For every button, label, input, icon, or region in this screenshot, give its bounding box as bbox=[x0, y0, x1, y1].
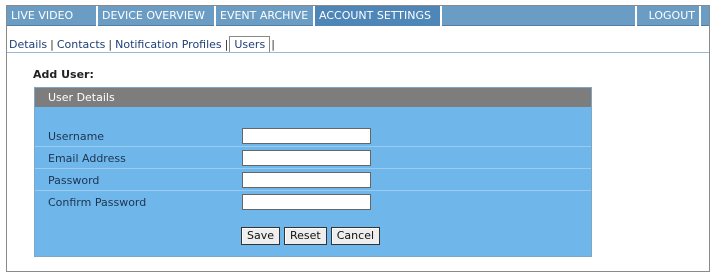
save-button[interactable]: Save bbox=[241, 227, 281, 245]
confirm-password-label: Confirm Password bbox=[48, 196, 147, 209]
user-details-panel: User Details Username Email Address Pass… bbox=[34, 87, 592, 257]
logout-container: LOGOUT bbox=[635, 6, 701, 26]
nav-live-video[interactable]: LIVE VIDEO bbox=[7, 6, 98, 26]
confirm-password-field[interactable] bbox=[242, 194, 371, 210]
password-field[interactable] bbox=[242, 172, 371, 188]
confirm-password-row: Confirm Password bbox=[35, 191, 591, 213]
username-row: Username bbox=[35, 125, 591, 147]
app-frame: LIVE VIDEO DEVICE OVERVIEW EVENT ARCHIVE… bbox=[6, 5, 710, 272]
form-buttons: Save Reset Cancel bbox=[241, 224, 384, 245]
cancel-button[interactable]: Cancel bbox=[330, 227, 381, 245]
username-label: Username bbox=[48, 130, 105, 143]
nav-device-overview[interactable]: DEVICE OVERVIEW bbox=[98, 6, 216, 26]
page-title: Add User: bbox=[33, 68, 94, 81]
panel-header: User Details bbox=[35, 88, 591, 107]
tab-underline bbox=[7, 52, 709, 53]
email-field[interactable] bbox=[242, 150, 371, 166]
reset-button[interactable]: Reset bbox=[284, 227, 327, 245]
email-label: Email Address bbox=[48, 152, 126, 165]
username-field[interactable] bbox=[242, 128, 371, 144]
sub-tabs: Details | Contacts | Notification Profiles | U… bbox=[7, 35, 276, 53]
top-navigation-bar: LIVE VIDEO DEVICE OVERVIEW EVENT ARCHIVE… bbox=[7, 6, 709, 26]
password-label: Password bbox=[48, 174, 100, 187]
nav-event-archive[interactable]: EVENT ARCHIVE bbox=[216, 6, 315, 26]
nav-account-settings[interactable]: ACCOUNT SETTINGS bbox=[315, 6, 442, 26]
password-row: Password bbox=[35, 169, 591, 191]
email-row: Email Address bbox=[35, 147, 591, 169]
tab-users[interactable]: Users bbox=[229, 36, 271, 53]
logout-link[interactable]: LOGOUT bbox=[637, 6, 695, 26]
